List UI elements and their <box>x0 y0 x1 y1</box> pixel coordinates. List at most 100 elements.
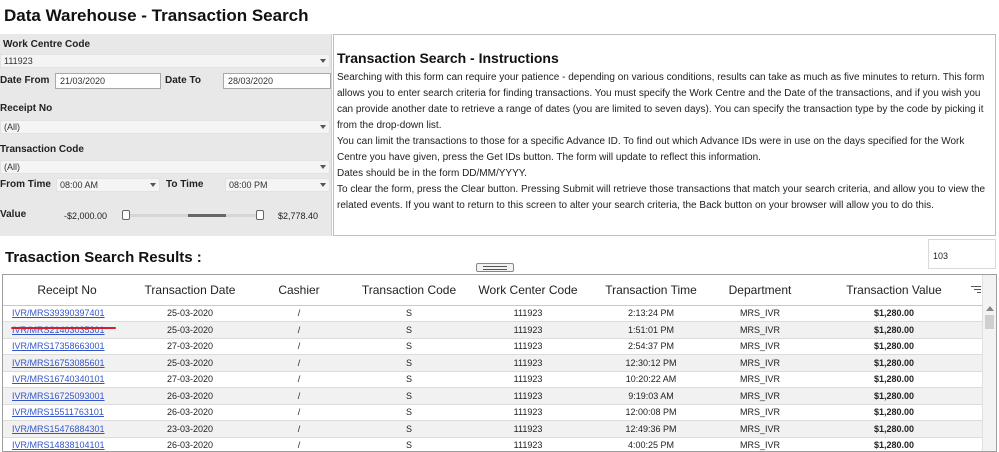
receipt-link[interactable]: IVR/MRS15476884301 <box>12 424 105 434</box>
column-header-transaction-time[interactable]: Transaction Time <box>587 275 715 306</box>
value-slider-range <box>188 214 226 217</box>
cell-transaction-date: 25-03-2020 <box>131 321 249 339</box>
results-title: Trasaction Search Results : <box>5 249 202 266</box>
value-slider-min-handle[interactable] <box>122 210 130 220</box>
receipt-no-value: (All) <box>4 122 20 132</box>
cell-transaction-value: $1,280.00 <box>805 404 983 421</box>
date-to-input[interactable]: 28/03/2020 <box>223 73 331 89</box>
cell-transaction-date: 23-03-2020 <box>131 420 249 438</box>
receipt-link[interactable]: IVR/MRS14838104101 <box>12 440 105 450</box>
cell-transaction-time: 12:49:36 PM <box>587 420 715 438</box>
search-form-panel: Work Centre Code 111923 Date From 21/03/… <box>0 34 332 236</box>
cell-transaction-date: 25-03-2020 <box>131 354 249 372</box>
column-header-transaction-value[interactable]: Transaction Value <box>805 275 983 306</box>
column-header-department[interactable]: Department <box>715 275 805 306</box>
table-row[interactable]: IVR/MRS15511763101 26-03-2020/S 111923 12:0… <box>3 404 983 421</box>
table-row[interactable]: IVR/MRS14838104101 26-03-2020/S 111923 4:00… <box>3 437 983 451</box>
to-time-value: 08:00 PM <box>229 180 268 190</box>
cell-work-center-code: 111923 <box>469 387 587 405</box>
to-time-label: To Time <box>166 179 204 190</box>
receipt-no-select[interactable]: (All) <box>0 120 330 134</box>
instructions-paragraph: You can limit the transactions to those … <box>337 136 965 163</box>
transaction-value-header-label: Transaction Value <box>846 282 942 297</box>
cell-work-center-code: 111923 <box>469 305 587 322</box>
table-row[interactable]: IVR/MRS16740340101 27-03-2020/S 111923 10:2… <box>3 371 983 388</box>
scroll-thumb[interactable] <box>985 315 994 329</box>
column-header-cashier[interactable]: Cashier <box>249 275 349 306</box>
drag-handle-icon[interactable] <box>476 263 514 272</box>
work-centre-value: 111923 <box>4 56 33 66</box>
receipt-link[interactable]: IVR/MRS17358663001 <box>12 341 105 351</box>
cell-department: MRS_IVR <box>715 321 805 339</box>
cell-cashier: / <box>249 437 349 451</box>
table-row[interactable]: IVR/MRS16753085601 25-03-2020/S 111923 12:3… <box>3 354 983 372</box>
receipt-link[interactable]: IVR/MRS16740340101 <box>12 374 105 384</box>
cell-transaction-date: 26-03-2020 <box>131 387 249 405</box>
value-max: $2,778.40 <box>278 211 319 221</box>
column-header-transaction-date[interactable]: Transaction Date <box>131 275 249 306</box>
cell-cashier: / <box>249 338 349 355</box>
results-table-container: Receipt No Transaction Date Cashier Tran… <box>2 274 997 452</box>
cell-cashier: / <box>249 404 349 421</box>
cell-transaction-value: $1,280.00 <box>805 437 983 451</box>
cell-department: MRS_IVR <box>715 354 805 372</box>
to-time-select[interactable]: 08:00 PM <box>225 178 330 192</box>
date-from-input[interactable]: 21/03/2020 <box>55 73 161 89</box>
column-header-work-center-code[interactable]: Work Center Code <box>469 275 587 306</box>
cell-department: MRS_IVR <box>715 338 805 355</box>
transaction-code-label: Transaction Code <box>0 144 84 155</box>
results-table: Receipt No Transaction Date Cashier Tran… <box>3 275 983 451</box>
table-header-row: Receipt No Transaction Date Cashier Tran… <box>3 275 983 306</box>
cell-transaction-code: S <box>349 420 469 438</box>
cell-receipt-no: IVR/MRS16740340101 <box>3 371 131 388</box>
table-row[interactable]: IVR/MRS16725093001 26-03-2020/S 111923 9:19… <box>3 387 983 405</box>
cell-transaction-value: $1,280.00 <box>805 305 983 322</box>
receipt-link[interactable]: IVR/MRS39390397401 <box>12 308 105 318</box>
work-centre-select[interactable]: 111923 <box>0 54 330 68</box>
cell-department: MRS_IVR <box>715 437 805 451</box>
cell-department: MRS_IVR <box>715 404 805 421</box>
result-count: 103 <box>928 239 996 269</box>
cell-transaction-time: 2:13:24 PM <box>587 305 715 322</box>
cell-receipt-no: IVR/MRS16725093001 <box>3 387 131 405</box>
column-header-receipt-no[interactable]: Receipt No <box>3 275 131 306</box>
cell-transaction-code: S <box>349 354 469 372</box>
value-slider-max-handle[interactable] <box>256 210 264 220</box>
scroll-up-icon[interactable] <box>986 306 994 311</box>
cell-receipt-no: IVR/MRS17358663001 <box>3 338 131 355</box>
column-header-transaction-code[interactable]: Transaction Code <box>349 275 469 306</box>
table-row[interactable]: IVR/MRS39390397401 25-03-2020/S 111923 2:13… <box>3 305 983 322</box>
filter-lines-icon[interactable] <box>971 286 981 294</box>
cell-cashier: / <box>249 305 349 322</box>
receipt-link[interactable]: IVR/MRS16753085601 <box>12 358 105 368</box>
from-time-select[interactable]: 08:00 AM <box>56 178 160 192</box>
table-row[interactable]: IVR/MRS15476884301 23-03-2020/S 111923 12:4… <box>3 420 983 438</box>
cell-work-center-code: 111923 <box>469 404 587 421</box>
instructions-body: Searching with this form can require you… <box>337 70 992 214</box>
table-row[interactable]: IVR/MRS17358663001 27-03-2020/S 111923 2:54… <box>3 338 983 355</box>
transaction-code-select[interactable]: (All) <box>0 160 330 174</box>
cell-transaction-time: 2:54:37 PM <box>587 338 715 355</box>
receipt-link[interactable]: IVR/MRS16725093001 <box>12 391 105 401</box>
cell-receipt-no: IVR/MRS39390397401 <box>3 305 131 322</box>
cell-department: MRS_IVR <box>715 305 805 322</box>
cell-transaction-date: 27-03-2020 <box>131 371 249 388</box>
table-scrollbar[interactable] <box>982 275 996 451</box>
value-slider-track[interactable] <box>126 214 261 217</box>
instructions-title: Transaction Search - Instructions <box>337 50 559 66</box>
cell-work-center-code: 111923 <box>469 437 587 451</box>
page-title: Data Warehouse - Transaction Search <box>4 6 309 25</box>
cell-transaction-value: $1,280.00 <box>805 387 983 405</box>
cell-transaction-time: 12:00:08 PM <box>587 404 715 421</box>
cell-receipt-no: IVR/MRS15511763101 <box>3 404 131 421</box>
receipt-link[interactable]: IVR/MRS15511763101 <box>12 407 104 417</box>
from-time-label: From Time <box>0 179 51 190</box>
table-row[interactable]: IVR/MRS21403035301 25-03-2020/S 111923 1:51… <box>3 321 983 339</box>
cell-transaction-value: $1,280.00 <box>805 338 983 355</box>
cell-transaction-code: S <box>349 437 469 451</box>
cell-department: MRS_IVR <box>715 387 805 405</box>
date-to-label: Date To <box>165 75 201 86</box>
cell-cashier: / <box>249 321 349 339</box>
cell-transaction-code: S <box>349 338 469 355</box>
dropdown-arrow-icon <box>320 165 326 169</box>
